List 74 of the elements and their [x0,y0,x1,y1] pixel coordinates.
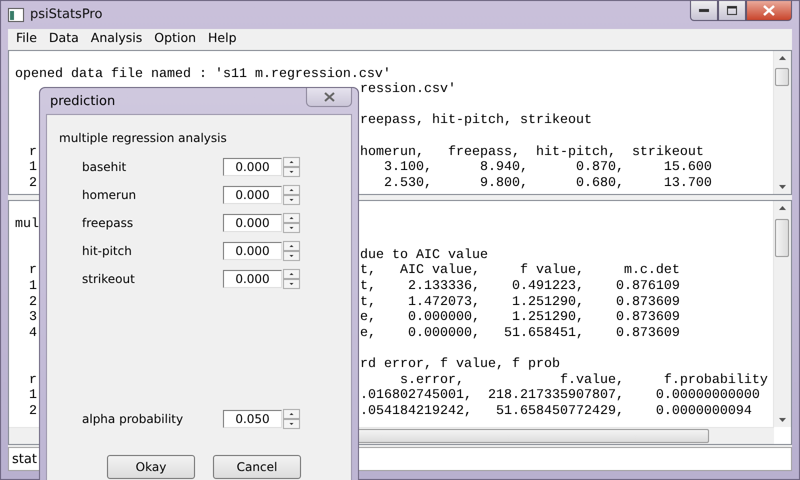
scroll-down-icon[interactable] [779,185,786,189]
scroll-up-icon[interactable] [779,56,786,60]
output-line: rd error, f value, f prob [360,356,560,373]
number-field[interactable]: 0.050 [223,410,282,428]
app-icon [8,8,24,22]
section-heading: multiple regression analysis [59,131,228,145]
output-line: due to AIC value [360,248,488,263]
spinner-icon[interactable] [283,269,300,289]
spinner-icon[interactable] [283,213,300,233]
output-line: 3.100, 8.940, 0.870, 15.600 [382,160,712,176]
output-line: t, 1.472073, 1.251290, 0.873609 [360,294,680,310]
output-line: e, 0.000000, 1.251290, 0.873609 [360,310,680,326]
spinner-icon[interactable] [283,185,300,205]
dialog-button[interactable]: Cancel [213,455,301,479]
status-text: stat [12,452,37,466]
output-line: 1 [28,160,37,176]
minimize-icon [699,8,709,12]
output-line: .016802745001, 218.217335907807, 0.00000000000 [360,388,760,404]
output-line: 2 [28,294,37,310]
number-field[interactable]: 0.000 [223,186,282,204]
scroll-up-icon[interactable] [779,206,786,210]
scroll-down-icon[interactable] [779,418,786,422]
output-line: r [28,144,37,160]
number-field[interactable]: 0.000 [223,158,282,176]
close-icon [763,5,775,16]
close-button[interactable] [746,1,792,21]
scroll-thumb[interactable] [775,68,789,86]
output-line: 3 [28,310,37,326]
close-button[interactable] [306,88,352,107]
field-label: alpha probability [82,412,184,426]
field-label: homerun [82,188,138,202]
dialog-button[interactable]: Okay [107,455,195,479]
number-field[interactable]: 0.000 [223,214,282,232]
vertical-scrollbar[interactable] [773,51,791,194]
field-label: basehit [82,160,128,174]
spinner-icon[interactable] [283,409,300,429]
output-line: t, 2.133336, 0.491223, 0.876109 [360,278,680,295]
output-line: 4 [28,326,37,342]
output-line: mul [15,216,37,232]
output-line: 2 [28,176,37,192]
output-line: 2 [28,404,37,420]
scroll-thumb[interactable] [775,219,789,257]
output-line: opened data file named : 's11 m.regression.csv' [15,66,391,82]
menu-item[interactable]: Analysis [84,30,148,46]
output-line: t, AIC value, f value, m.c.det [360,263,680,279]
output-line: r [28,372,37,388]
field-label: strikeout [82,272,136,286]
menu-item[interactable]: Help [202,30,243,46]
vertical-scrollbar[interactable] [773,201,791,427]
close-icon [324,92,334,102]
field-label: hit-pitch [82,244,133,258]
spinner-icon[interactable] [283,157,300,177]
output-line: reepass, hit-pitch, strikeout [360,113,592,129]
output-line: 1 [28,388,37,404]
output-line: ression.csv' [360,82,456,98]
menu-item[interactable]: File [10,30,43,46]
window-title: psiStatsPro [30,7,102,22]
maximize-button[interactable] [718,1,746,21]
number-field[interactable]: 0.000 [223,270,282,288]
output-line: .054184219242, 51.658450772429, 0.0000000094 [360,404,752,420]
minimize-button[interactable] [690,1,718,21]
maximize-icon [727,6,737,15]
output-line: 1 [28,278,37,295]
number-field[interactable]: 0.000 [223,242,282,260]
spinner-icon[interactable] [283,241,300,261]
dialog-title: prediction [49,94,116,108]
menu-item[interactable]: Data [42,30,85,46]
output-line: e, 0.000000, 51.658451, 0.873609 [360,326,680,342]
output-line: s.error, f.value, f.probability [398,372,768,388]
menu-item[interactable]: Option [148,30,202,46]
field-label: freepass [82,216,134,230]
output-line: homerun, freepass, hit-pitch, strikeout [360,144,704,160]
output-line: 2.530, 9.800, 0.680, 13.700 [382,176,712,192]
output-line: r [28,263,37,279]
